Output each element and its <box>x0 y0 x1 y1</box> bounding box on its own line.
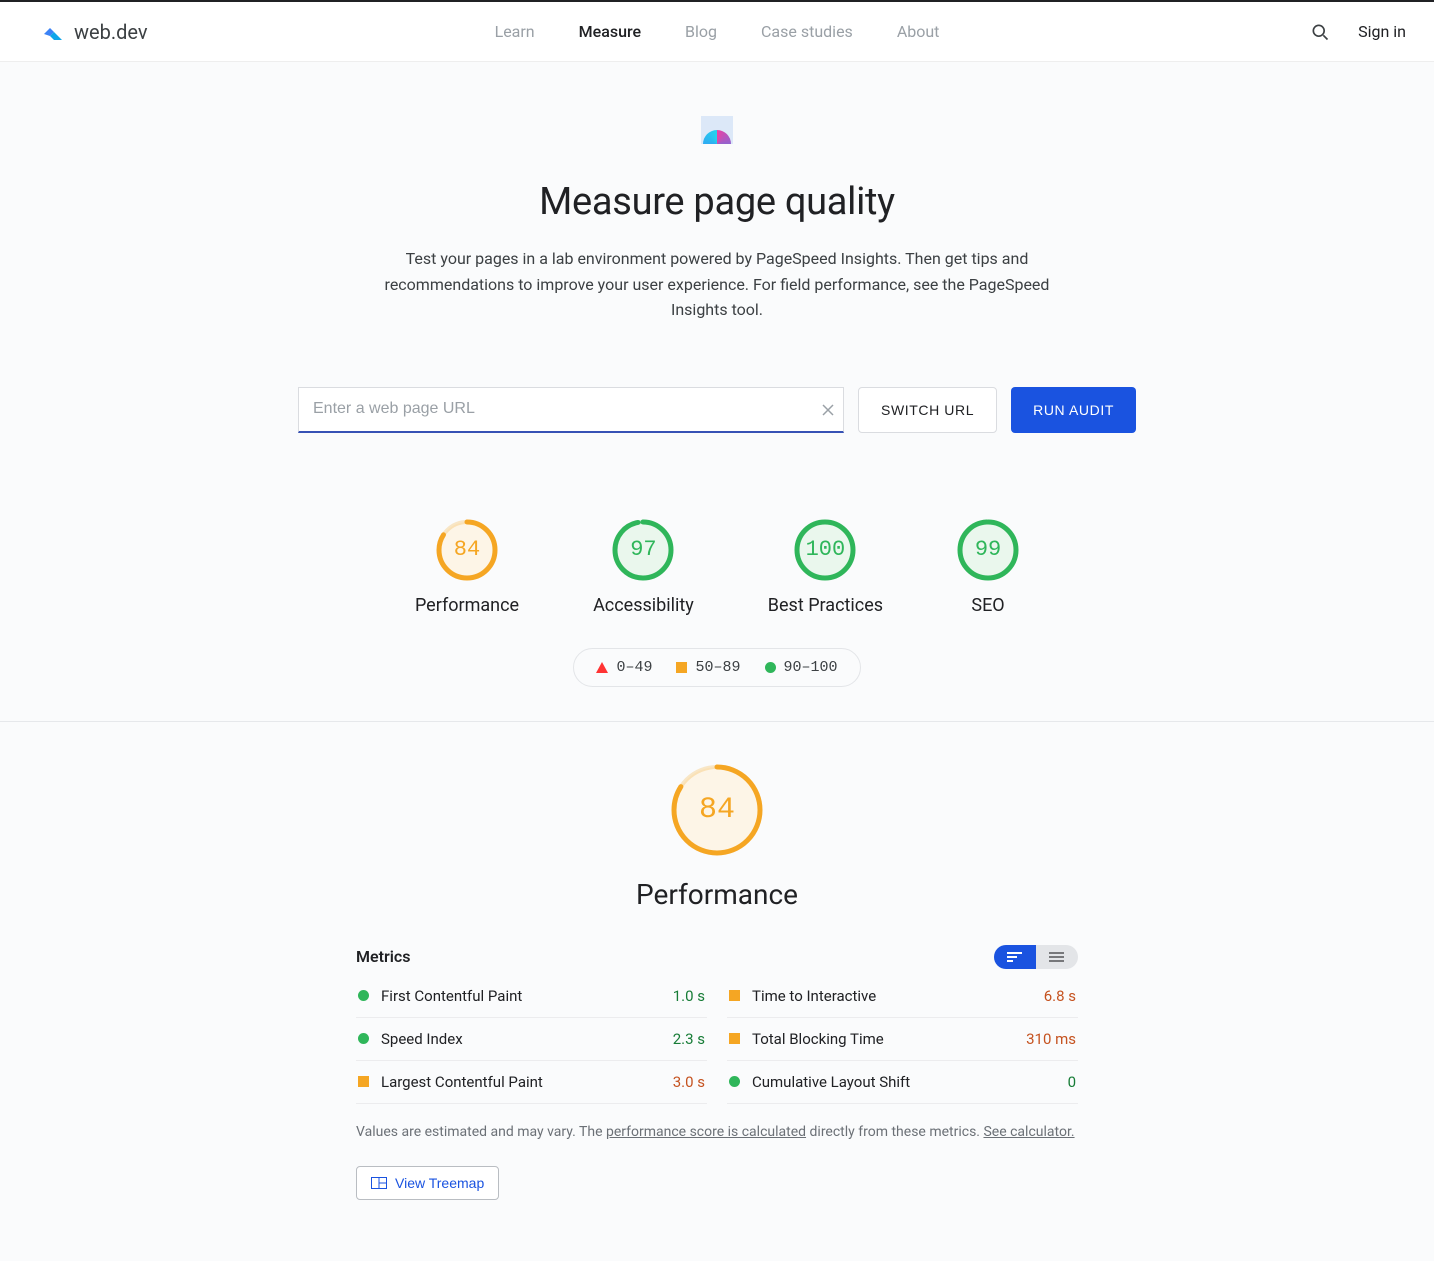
metric-name: Total Blocking Time <box>752 1030 884 1048</box>
brand[interactable]: web.dev <box>40 20 148 44</box>
clear-icon[interactable] <box>820 402 836 418</box>
view-condensed-button[interactable] <box>994 945 1036 969</box>
switch-url-button[interactable]: SWITCH URL <box>858 387 997 433</box>
nav-about[interactable]: About <box>897 22 940 41</box>
performance-section: 84 Performance Metrics First Contentful … <box>356 764 1078 1260</box>
metrics-footnote: Values are estimated and may vary. The p… <box>356 1124 1078 1140</box>
view-expanded-button[interactable] <box>1036 945 1078 969</box>
list-long-icon <box>1048 951 1066 963</box>
webdev-logo-icon <box>40 20 64 44</box>
brand-name: web.dev <box>74 20 148 44</box>
gauge-performance: 84Performance <box>415 519 519 616</box>
metric-value: 3.0 s <box>673 1073 705 1091</box>
page-subtitle: Test your pages in a lab environment pow… <box>377 246 1057 323</box>
top-header: web.dev Learn Measure Blog Case studies … <box>0 0 1434 62</box>
gauge-label: SEO <box>971 595 1004 616</box>
search-icon[interactable] <box>1310 22 1330 42</box>
performance-gauge: 84 <box>671 764 763 856</box>
metric-value: 310 ms <box>1026 1030 1076 1048</box>
metric-value: 6.8 s <box>1044 987 1076 1005</box>
metrics-heading: Metrics <box>356 947 410 966</box>
metric-row: Cumulative Layout Shift 0 <box>727 1061 1078 1104</box>
treemap-icon <box>371 1177 387 1189</box>
run-audit-button[interactable]: RUN AUDIT <box>1011 387 1136 433</box>
metric-row: First Contentful Paint 1.0 s <box>356 975 707 1018</box>
see-calculator-link[interactable]: See calculator. <box>983 1124 1074 1140</box>
nav-case-studies[interactable]: Case studies <box>761 22 853 41</box>
gauge-accessibility: 97Accessibility <box>593 519 694 616</box>
audit-controls: SWITCH URL RUN AUDIT <box>298 387 1136 433</box>
triangle-icon <box>596 662 608 673</box>
gauge-label: Performance <box>415 595 519 616</box>
page-title: Measure page quality <box>539 180 895 224</box>
url-input[interactable] <box>298 387 844 433</box>
square-icon <box>676 662 687 673</box>
metric-name: Cumulative Layout Shift <box>752 1073 910 1091</box>
status-dot-icon <box>358 1033 369 1044</box>
performance-title: Performance <box>636 878 798 911</box>
view-treemap-button[interactable]: View Treemap <box>356 1166 499 1200</box>
top-nav: Learn Measure Blog Case studies About <box>495 22 940 41</box>
nav-measure[interactable]: Measure <box>579 22 641 41</box>
metric-name: Time to Interactive <box>752 987 876 1005</box>
gauge-label: Accessibility <box>593 595 694 616</box>
metric-row: Total Blocking Time 310 ms <box>727 1018 1078 1061</box>
score-legend: 0–49 50–89 90–100 <box>573 648 860 687</box>
hero: Measure page quality Test your pages in … <box>0 116 1434 687</box>
metrics-view-toggle <box>994 945 1078 969</box>
status-dot-icon <box>729 990 740 1001</box>
metric-row: Speed Index 2.3 s <box>356 1018 707 1061</box>
metric-value: 1.0 s <box>673 987 705 1005</box>
hero-gauge-icon <box>701 116 733 144</box>
list-short-icon <box>1006 951 1024 963</box>
status-dot-icon <box>729 1076 740 1087</box>
nav-learn[interactable]: Learn <box>495 22 535 41</box>
metric-value: 0 <box>1068 1073 1076 1091</box>
status-dot-icon <box>358 990 369 1001</box>
metrics-grid: First Contentful Paint 1.0 sSpeed Index … <box>356 975 1078 1104</box>
calc-how-link[interactable]: performance score is calculated <box>606 1124 806 1140</box>
nav-blog[interactable]: Blog <box>685 22 717 41</box>
metric-row: Time to Interactive 6.8 s <box>727 975 1078 1018</box>
gauges-summary: 84Performance 97Accessibility 100Best Pr… <box>415 519 1019 616</box>
gauge-seo: 99SEO <box>957 519 1019 616</box>
metric-name: First Contentful Paint <box>381 987 522 1005</box>
circle-icon <box>765 662 776 673</box>
status-dot-icon <box>358 1076 369 1087</box>
gauge-label: Best Practices <box>768 595 883 616</box>
metric-row: Largest Contentful Paint 3.0 s <box>356 1061 707 1104</box>
status-dot-icon <box>729 1033 740 1044</box>
metric-name: Speed Index <box>381 1030 463 1048</box>
signin-link[interactable]: Sign in <box>1358 22 1406 41</box>
metric-value: 2.3 s <box>673 1030 705 1048</box>
gauge-best-practices: 100Best Practices <box>768 519 883 616</box>
metric-name: Largest Contentful Paint <box>381 1073 543 1091</box>
